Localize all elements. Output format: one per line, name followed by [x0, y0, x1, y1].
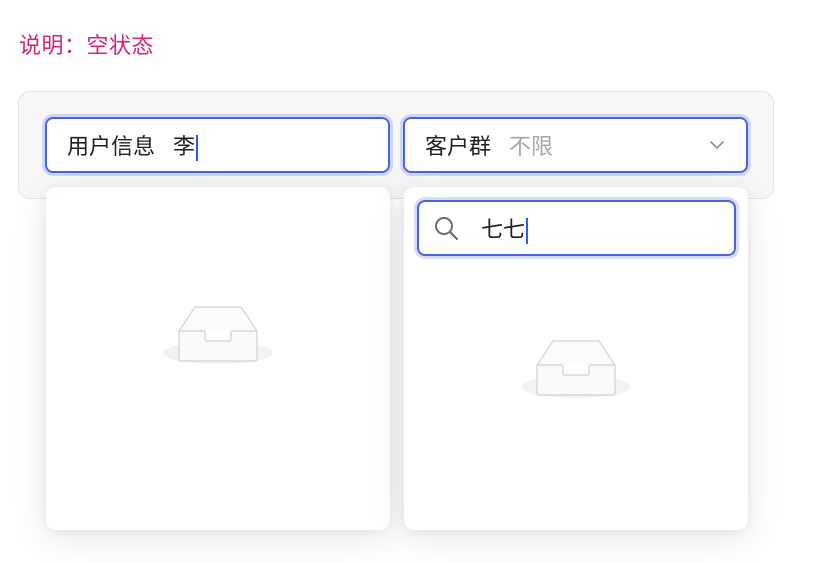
- customer-group-select[interactable]: 客户群 不限: [403, 117, 748, 173]
- group-search-value: 七七: [481, 218, 526, 243]
- group-search-field[interactable]: 七七: [481, 212, 529, 244]
- user-info-dropdown: [46, 187, 390, 530]
- search-icon: [433, 214, 461, 242]
- group-search-input[interactable]: 七七: [417, 200, 736, 256]
- chevron-down-icon[interactable]: [708, 136, 726, 154]
- customer-group-dropdown: 七七: [404, 187, 748, 530]
- user-info-field[interactable]: 用户信息 李: [45, 117, 390, 173]
- empty-inbox-icon: [521, 340, 631, 398]
- text-caret: [196, 135, 199, 161]
- user-info-input[interactable]: 李: [173, 129, 199, 161]
- user-info-value: 李: [173, 135, 196, 160]
- user-info-label: 用户信息: [67, 135, 156, 160]
- customer-group-placeholder: 不限: [509, 135, 554, 160]
- customer-group-label: 客户群: [425, 135, 492, 160]
- page-note: 说明：空状态: [19, 34, 155, 59]
- empty-inbox-icon: [163, 306, 273, 364]
- text-caret: [526, 218, 529, 244]
